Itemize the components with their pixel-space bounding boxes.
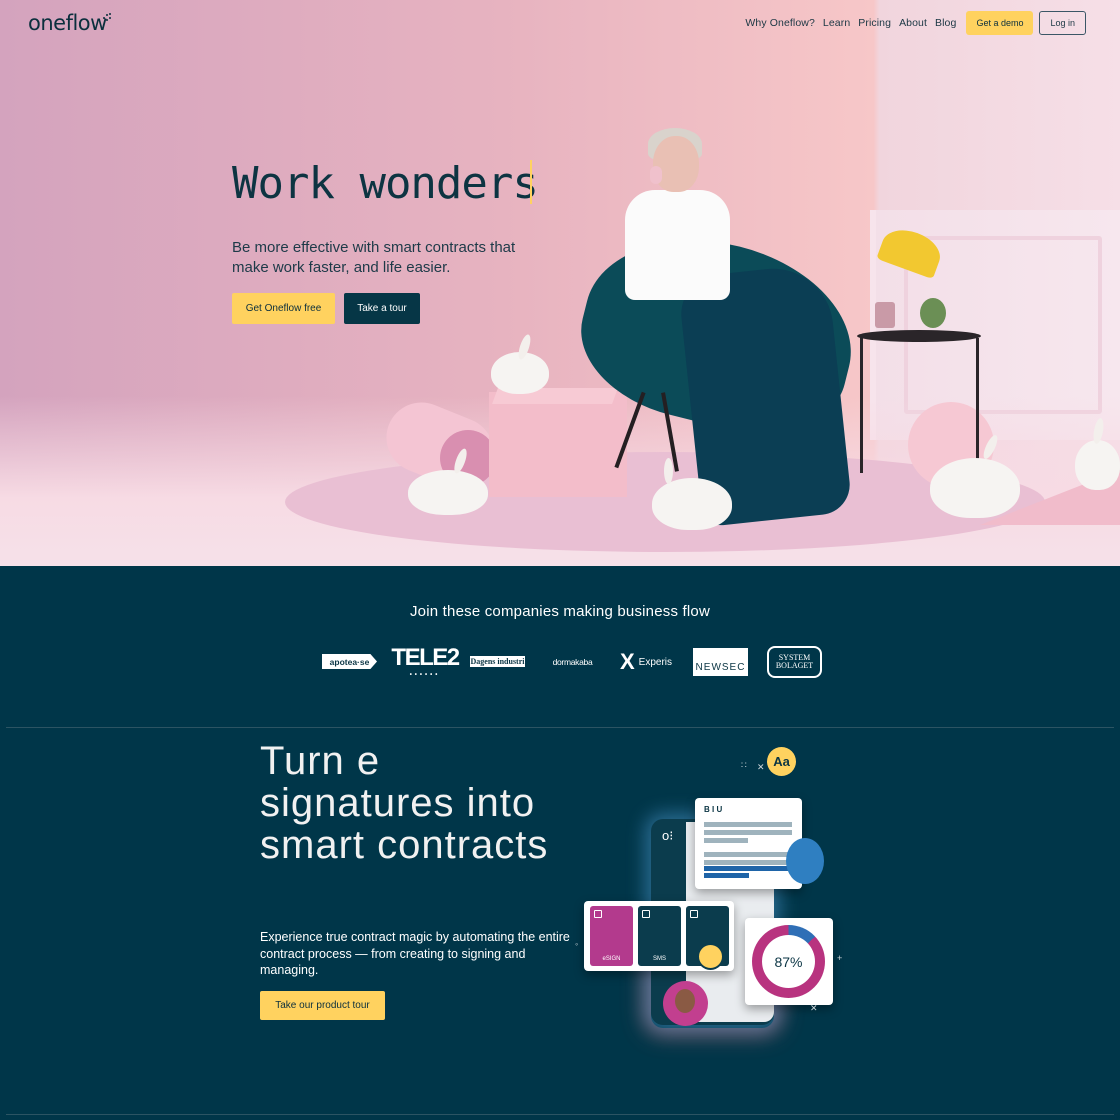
sparkle-icon: +	[837, 953, 843, 963]
customer-logos: apotea·se TELE2 •••••• Dagens industri d…	[322, 644, 822, 678]
feature-subtitle: Experience true contract magic by automa…	[260, 930, 570, 977]
experis-logo: X Experis	[618, 650, 674, 674]
bunny-illustration	[652, 478, 732, 530]
esign-label: eSIGN	[602, 956, 621, 962]
doc-line	[704, 822, 792, 827]
esign-card: eSIGN	[590, 906, 633, 966]
get-oneflow-free-button[interactable]: Get Oneflow free	[232, 293, 335, 324]
tele2-logo: TELE2 ••••••	[391, 644, 460, 678]
tele2-logo-dots: ••••••	[409, 672, 441, 678]
side-table-illustration	[857, 330, 981, 342]
bunny-ear	[664, 458, 673, 484]
plant-illustration	[920, 298, 946, 328]
box-illustration	[489, 392, 627, 497]
feature-title: Turn e signatures into smart contracts	[260, 739, 549, 867]
main-nav: Why Oneflow? Learn Pricing About Blog Ge…	[745, 11, 1086, 35]
doc-line-highlight	[704, 873, 749, 878]
hero-title: Work wonders	[232, 158, 539, 209]
systembolaget-line-2: BOLAGET	[775, 661, 814, 670]
sparkle-icon: ✕	[810, 1003, 818, 1013]
bunny-illustration	[930, 458, 1020, 518]
tele2-logo-text: TELE2	[391, 644, 460, 671]
typing-caret	[530, 160, 532, 204]
doc-line	[704, 860, 792, 865]
hero-subtitle: Be more effective with smart contracts t…	[232, 239, 516, 276]
newsec-logo: NEWSEC	[693, 648, 748, 676]
font-format-badge: Aa	[767, 747, 796, 776]
get-demo-button[interactable]: Get a demo	[966, 11, 1034, 35]
experis-logo-text: Experis	[638, 656, 673, 668]
nav-about[interactable]: About	[899, 17, 927, 29]
login-button[interactable]: Log in	[1039, 11, 1086, 35]
table-leg	[976, 338, 979, 473]
signer-avatar	[663, 981, 708, 1026]
nav-pricing[interactable]: Pricing	[858, 17, 891, 29]
checkbox-icon	[642, 910, 650, 918]
nav-why-oneflow[interactable]: Why Oneflow?	[745, 17, 814, 29]
product-tour-button[interactable]: Take our product tour	[260, 991, 385, 1020]
user-avatar	[786, 838, 824, 884]
sparkle-icon: ∷	[741, 760, 747, 770]
sparkle-icon: ✕	[757, 762, 765, 772]
doc-line-highlight	[704, 866, 792, 871]
logo-dots-icon	[103, 13, 111, 21]
apotea-logo: apotea·se	[322, 654, 377, 669]
bunny-illustration	[1075, 440, 1120, 490]
sms-label: SMS	[652, 956, 666, 962]
customers-heading: Join these companies making business flo…	[409, 603, 711, 620]
doc-line	[704, 830, 792, 835]
systembolaget-logo: SYSTEM BOLAGET	[767, 646, 822, 678]
doc-line	[704, 852, 792, 857]
table-leg	[860, 338, 863, 473]
checkbox-icon	[594, 910, 602, 918]
checkbox-icon	[690, 910, 698, 918]
section-divider	[6, 727, 1114, 728]
glass-illustration	[875, 302, 895, 328]
nav-learn[interactable]: Learn	[823, 17, 850, 29]
person-shirt-illustration	[625, 190, 730, 300]
section-divider	[6, 1114, 1114, 1115]
sms-card: SMS	[638, 906, 681, 966]
dagens-industri-logo: Dagens industri	[470, 656, 525, 667]
dormakaba-logo: dormakaba	[552, 656, 593, 667]
doc-line	[704, 838, 748, 843]
text-format-toolbar: B I U	[704, 805, 723, 814]
progress-value: 87%	[762, 935, 815, 988]
hero-section: oneflow Why Oneflow? Learn Pricing About…	[0, 0, 1120, 566]
sparkle-icon: ◦	[575, 939, 579, 949]
experis-x-icon: X	[619, 649, 635, 674]
oneflow-logo[interactable]: oneflow	[28, 11, 107, 35]
person-head-illustration	[653, 136, 699, 192]
verified-seal-icon	[697, 943, 724, 970]
headphone-icon	[650, 166, 662, 184]
bunny-illustration	[408, 470, 488, 515]
nav-blog[interactable]: Blog	[935, 17, 956, 29]
take-a-tour-button[interactable]: Take a tour	[344, 293, 420, 324]
oneflow-mark-icon: o⁝	[662, 828, 674, 843]
